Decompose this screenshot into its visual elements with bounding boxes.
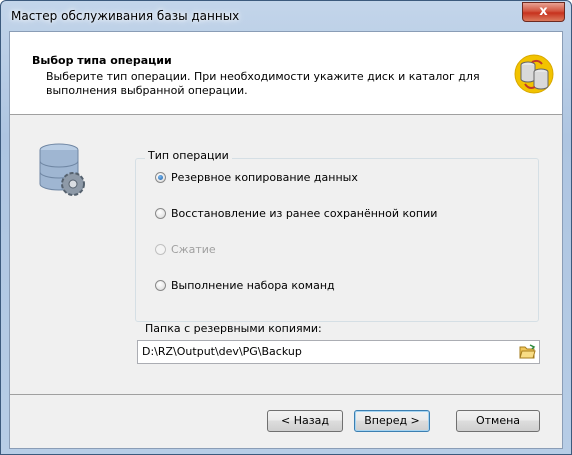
radio-restore-label: Восстановление из ранее сохранённой копи…	[171, 207, 438, 220]
radio-checked-icon	[155, 172, 166, 183]
backup-folder-input[interactable]: D:\RZ\Output\dev\PG\Backup	[137, 340, 540, 364]
wizard-client-area: Выбор типа операции Выберите тип операци…	[9, 31, 563, 449]
page-description: Выберите тип операции. При необходимости…	[46, 70, 480, 97]
radio-unchecked-icon	[155, 280, 166, 291]
radio-command-set-label: Выполнение набора команд	[171, 279, 335, 292]
radio-backup[interactable]: Резервное копирование данных	[155, 171, 358, 184]
page-title: Выбор типа операции	[32, 54, 172, 67]
window-title: Мастер обслуживания базы данных	[11, 9, 240, 23]
cancel-button[interactable]: Отмена	[456, 410, 540, 432]
radio-unchecked-icon	[155, 208, 166, 219]
backup-folder-label: Папка с резервными копиями:	[145, 322, 322, 335]
operation-type-label: Тип операции	[145, 149, 232, 162]
folder-open-icon[interactable]	[519, 344, 536, 359]
radio-compress: Сжатие	[155, 243, 216, 256]
close-button[interactable]: x	[522, 2, 565, 22]
database-gear-icon	[39, 143, 85, 196]
radio-restore[interactable]: Восстановление из ранее сохранённой копи…	[155, 207, 437, 220]
database-swap-icon	[514, 54, 554, 94]
wizard-window: Мастер обслуживания базы данных x Выбор …	[0, 0, 572, 455]
footer-divider	[10, 394, 562, 395]
radio-compress-label: Сжатие	[171, 243, 216, 256]
radio-command-set[interactable]: Выполнение набора команд	[155, 279, 335, 292]
next-button[interactable]: Вперед >	[354, 410, 430, 432]
wizard-header: Выбор типа операции Выберите тип операци…	[10, 32, 562, 115]
radio-disabled-icon	[155, 244, 166, 255]
radio-backup-label: Резервное копирование данных	[171, 171, 358, 184]
back-button[interactable]: < Назад	[267, 410, 343, 432]
